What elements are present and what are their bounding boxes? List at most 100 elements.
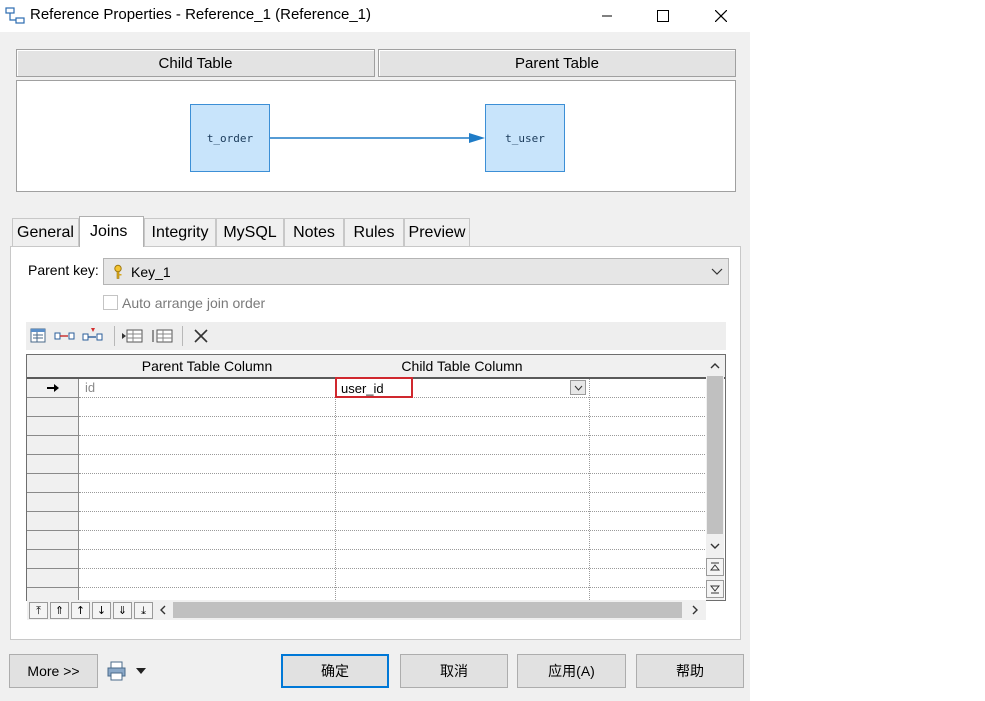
parent-key-value: Key_1: [131, 264, 171, 280]
minimize-icon: [602, 15, 612, 17]
add-row-button[interactable]: [152, 326, 174, 346]
toolbar-separator: [182, 326, 183, 346]
row-header[interactable]: [27, 512, 79, 531]
double-up-icon: ⇑: [54, 604, 65, 617]
maximize-button[interactable]: [640, 0, 686, 32]
tab-joins[interactable]: Joins: [79, 216, 144, 247]
title-bar: Reference Properties - Reference_1 (Refe…: [0, 0, 750, 32]
current-row-header[interactable]: [27, 379, 79, 398]
tab-preview[interactable]: Preview: [404, 218, 470, 246]
auto-arrange-checkbox[interactable]: [103, 295, 118, 310]
row-header[interactable]: [27, 493, 79, 512]
add-join-icon: [54, 332, 75, 340]
scroll-bottom-button[interactable]: [706, 580, 724, 598]
row-header[interactable]: [27, 398, 79, 417]
row-header[interactable]: [27, 417, 79, 436]
move-page-up-button[interactable]: ⇑: [50, 602, 69, 619]
grid-vertical-scrollbar[interactable]: [706, 356, 724, 600]
scroll-top-icon: [710, 562, 720, 571]
move-bottom-icon: ⤓: [141, 603, 146, 617]
ok-button[interactable]: 确定: [281, 654, 389, 688]
add-row-icon: [152, 329, 173, 343]
reference-link: [270, 133, 485, 143]
window-title: Reference Properties - Reference_1 (Refe…: [30, 6, 372, 23]
add-join-button[interactable]: [54, 326, 76, 346]
child-column-value: user_id: [341, 381, 384, 396]
parent-key-combo[interactable]: Key_1: [103, 258, 729, 285]
help-button[interactable]: 帮助: [636, 654, 744, 688]
row-divider: [79, 587, 707, 588]
row-header[interactable]: [27, 436, 79, 455]
tab-integrity[interactable]: Integrity: [144, 218, 216, 246]
vertical-scroll-thumb[interactable]: [707, 376, 723, 534]
delete-button[interactable]: [190, 326, 212, 346]
tab-rules[interactable]: Rules: [344, 218, 404, 246]
horizontal-scroll-thumb[interactable]: [173, 602, 682, 618]
reuse-join-button[interactable]: [82, 326, 104, 346]
parent-table-symbol[interactable]: t_user: [485, 104, 565, 172]
move-top-icon: ⤒: [36, 603, 41, 617]
row-header[interactable]: [27, 455, 79, 474]
row-divider: [79, 416, 707, 417]
cancel-button[interactable]: 取消: [400, 654, 508, 688]
row-divider: [79, 568, 707, 569]
delete-icon: [194, 329, 208, 343]
grid-bottom-bar: ⤒ ⇑ ↑ ↓ ⇓ ⤓: [27, 600, 706, 620]
chevron-down-icon: [711, 268, 723, 275]
print-menu-button[interactable]: [106, 659, 150, 683]
close-button[interactable]: [698, 0, 744, 32]
scroll-left-icon[interactable]: [159, 605, 167, 615]
minimize-button[interactable]: [584, 0, 630, 32]
close-icon: [715, 10, 727, 22]
maximize-icon: [657, 10, 669, 22]
reuse-join-icon: [82, 328, 103, 341]
tab-notes[interactable]: Notes: [284, 218, 344, 246]
properties-button[interactable]: [28, 326, 50, 346]
scroll-down-icon: [710, 543, 720, 549]
printer-icon: [107, 661, 126, 681]
move-page-down-button[interactable]: ⇓: [113, 602, 132, 619]
apply-button[interactable]: 应用(A): [517, 654, 626, 688]
arrow-right-icon: [46, 384, 59, 392]
reference-icon: [5, 7, 25, 24]
move-bottom-button[interactable]: ⤓: [134, 602, 153, 619]
properties-icon: [30, 328, 46, 343]
parent-table-header: Parent Table: [378, 49, 736, 77]
child-column-header[interactable]: Child Table Column: [335, 355, 590, 379]
row-divider: [79, 473, 707, 474]
child-column-editor[interactable]: user_id: [335, 377, 413, 398]
move-top-button[interactable]: ⤒: [29, 602, 48, 619]
arrow-up-icon: ↑: [75, 604, 86, 617]
scroll-top-button[interactable]: [706, 558, 724, 576]
key-icon: [114, 264, 122, 279]
insert-row-icon: [122, 329, 143, 343]
scroll-up-icon: [710, 363, 720, 369]
more-button[interactable]: More >>: [9, 654, 98, 688]
child-table-header: Child Table: [16, 49, 375, 77]
row-header[interactable]: [27, 474, 79, 493]
caret-down-icon: [136, 668, 146, 674]
grid-corner: [27, 355, 80, 379]
move-down-button[interactable]: ↓: [92, 602, 111, 619]
arrow-down-icon: ↓: [96, 604, 107, 617]
joins-toolbar: [26, 322, 726, 350]
tab-general[interactable]: General: [12, 218, 79, 246]
joins-grid: Parent Table Column Child Table Column i…: [26, 354, 726, 601]
child-column-dropdown-button[interactable]: [570, 380, 586, 395]
reference-diagram: t_order t_user: [16, 80, 736, 192]
parent-column-header[interactable]: Parent Table Column: [79, 355, 336, 379]
row-divider: [79, 530, 707, 531]
move-up-button[interactable]: ↑: [71, 602, 90, 619]
row-header[interactable]: [27, 569, 79, 588]
row-header[interactable]: [27, 531, 79, 550]
scroll-right-icon[interactable]: [691, 605, 699, 615]
scroll-bottom-icon: [710, 585, 720, 594]
tab-mysql[interactable]: MySQL: [216, 218, 284, 246]
row-divider: [79, 549, 707, 550]
child-table-symbol[interactable]: t_order: [190, 104, 270, 172]
row-divider: [79, 454, 707, 455]
insert-row-button[interactable]: [122, 326, 144, 346]
row-header[interactable]: [27, 550, 79, 569]
parent-column-cell[interactable]: id: [85, 380, 95, 395]
reference-properties-dialog: Reference Properties - Reference_1 (Refe…: [0, 0, 750, 701]
